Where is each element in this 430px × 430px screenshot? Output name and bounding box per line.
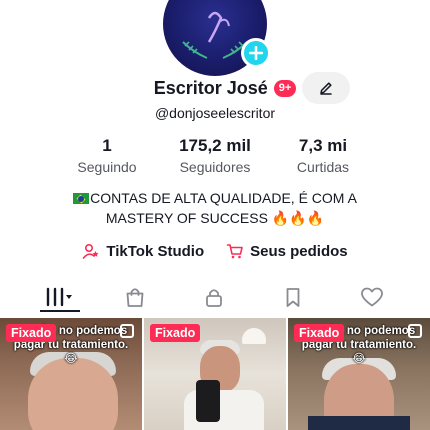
brazil-flag-icon [73, 193, 90, 204]
stat-followers[interactable]: 175,2 mil Seguidores [160, 136, 270, 176]
studio-person-icon [83, 243, 99, 259]
thumbnail-phone [196, 380, 220, 422]
lock-icon [206, 289, 222, 307]
tab-videos[interactable] [38, 282, 78, 312]
thumbnail-shirt [308, 416, 410, 430]
heart-icon [361, 287, 383, 307]
thumbnail-lamp [242, 328, 266, 344]
stat-following[interactable]: 1 Seguindo [52, 136, 162, 176]
add-story-button[interactable] [241, 38, 271, 68]
stat-value: 1 [102, 136, 112, 155]
active-tab-indicator [40, 310, 80, 312]
orders-link[interactable]: Seus pedidos [226, 242, 348, 260]
grid-bars-icon [46, 287, 72, 307]
thumbnail-face [28, 358, 118, 430]
stat-likes[interactable]: 7,3 mi Curtidas [268, 136, 378, 176]
profile-links: TikTok Studio Seus pedidos [0, 242, 430, 260]
stat-label: Seguidores [179, 159, 251, 175]
shopping-cart-icon [226, 244, 243, 259]
bio-line-2: MASTERY OF SUCCESS 🔥🔥🔥 [105, 210, 325, 226]
pinned-badge: Fixado [6, 324, 57, 342]
tab-favorites[interactable] [273, 282, 313, 312]
tab-private[interactable] [194, 282, 234, 312]
video-grid: ...r mio, no podemos pagar tu tratamient… [0, 318, 430, 430]
bio-line-1: CONTAS DE ALTA QUALIDADE, É COM A [0, 188, 430, 208]
multi-video-icon [120, 324, 134, 338]
tiktok-studio-label: TikTok Studio [106, 242, 205, 260]
profile-tabs [0, 282, 430, 312]
orders-label: Seus pedidos [250, 242, 348, 260]
profile-avatar-container[interactable] [163, 0, 271, 76]
display-name: Escritor José [153, 78, 268, 98]
tiktok-studio-link[interactable]: TikTok Studio [82, 242, 204, 260]
notification-badge[interactable]: 9+ [273, 80, 297, 97]
pencil-icon [320, 82, 332, 95]
pinned-badge: Fixado [150, 324, 201, 342]
video-thumbnail[interactable]: ...r mio, no podemos pagar tu tratamient… [0, 318, 142, 430]
video-thumbnail[interactable]: ...r mio, no podemos pagar tu tratamient… [288, 318, 430, 430]
profile-name-row: Escritor José 9+ [0, 78, 430, 99]
pinned-badge: Fixado [294, 324, 345, 342]
bio-line-1-text: CONTAS DE ALTA QUALIDADE, É COM A [90, 190, 357, 206]
tab-shop[interactable] [115, 282, 155, 312]
stat-label: Curtidas [296, 159, 350, 175]
edit-profile-button[interactable] [302, 72, 350, 104]
video-thumbnail[interactable]: Fixado [144, 318, 286, 430]
bookmark-icon [286, 288, 300, 307]
stat-value: 7,3 mi [298, 136, 348, 155]
multi-video-icon [408, 324, 422, 338]
stat-value: 175,2 mil [179, 136, 251, 155]
profile-bio: CONTAS DE ALTA QUALIDADE, É COM A MASTER… [0, 188, 430, 228]
shopping-bag-icon [126, 288, 144, 307]
tab-liked[interactable] [352, 282, 392, 312]
username: @donjoseelescritor [154, 105, 276, 121]
stat-label: Seguindo [77, 159, 137, 175]
plus-icon [249, 46, 263, 60]
